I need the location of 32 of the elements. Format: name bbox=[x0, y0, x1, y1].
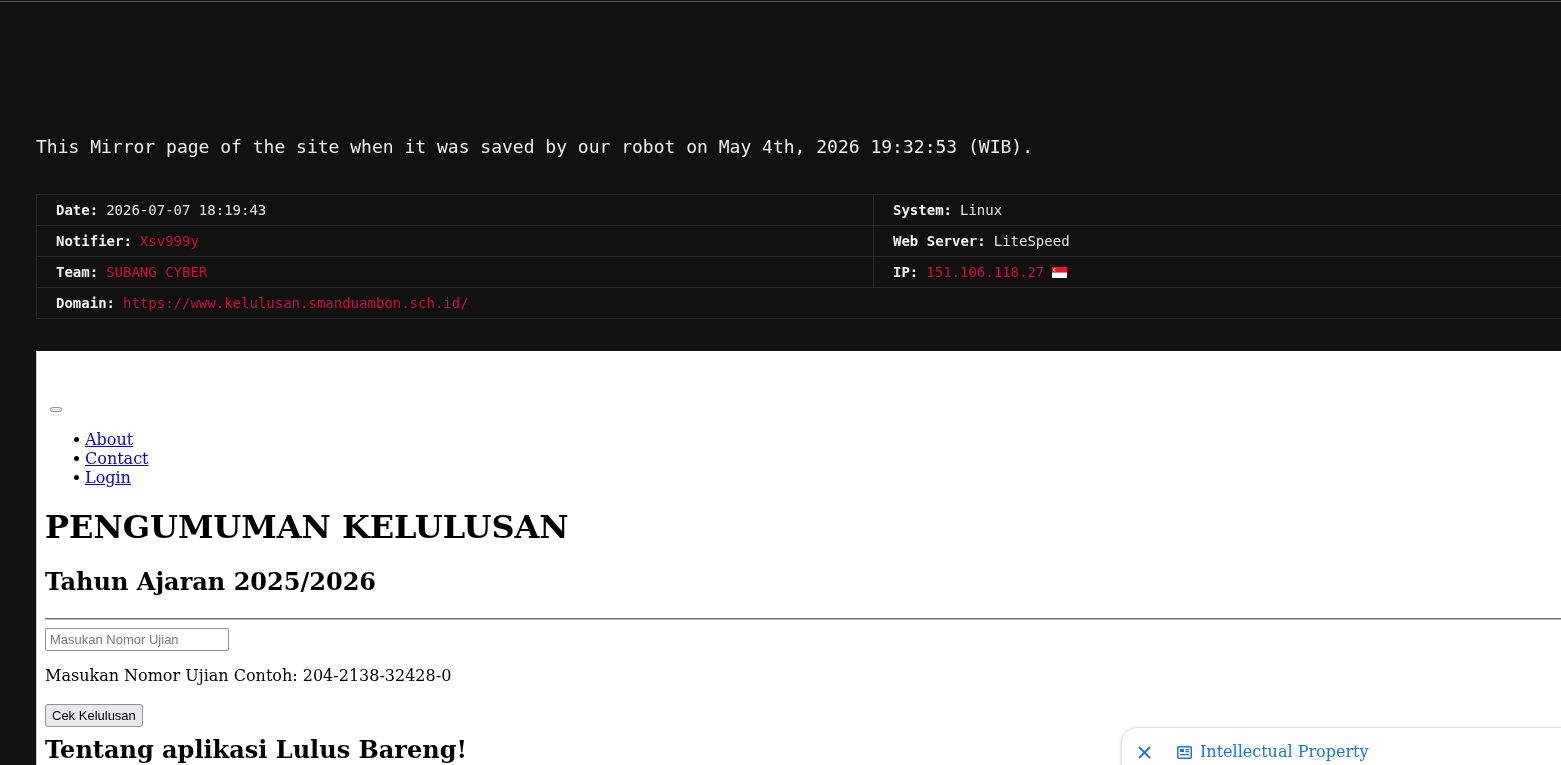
section-heading: Tentang aplikasi Lulus Bareng! bbox=[45, 737, 468, 763]
page-subtitle: Tahun Ajaran 2025/2026 bbox=[45, 568, 377, 596]
article-icon bbox=[1177, 745, 1192, 759]
info-label: IP: bbox=[893, 262, 919, 282]
mirror-notice: This Mirror page of the site when it was saved by our robot on May 4th, 2026 19:32:53 (WIB). bbox=[36, 135, 1033, 159]
info-link[interactable]: https://www.kelulusan.smanduambon.sch.id/ bbox=[123, 292, 469, 314]
hint-text: Masukan Nomor Ujian Contoh: 204-2138-32428-0 bbox=[45, 666, 452, 685]
info-link[interactable]: SUBANG CYBER bbox=[106, 261, 208, 283]
info-label: Date: bbox=[56, 200, 99, 220]
check-button[interactable]: Cek Kelulusan bbox=[45, 704, 143, 727]
info-link[interactable]: Xsv999y bbox=[139, 230, 199, 252]
close-button[interactable] bbox=[1138, 745, 1151, 759]
menu-toggle-button[interactable] bbox=[50, 407, 62, 412]
bullet-icon bbox=[74, 456, 79, 461]
info-label: Domain: bbox=[56, 293, 115, 313]
bullet-icon bbox=[74, 437, 79, 442]
info-value: Linux bbox=[960, 200, 1003, 220]
info-link[interactable]: 151.106.118.27 bbox=[926, 261, 1045, 283]
close-icon bbox=[1138, 745, 1151, 759]
nav-link[interactable]: Login bbox=[85, 468, 131, 487]
page-title: PENGUMUMAN KELULUSAN bbox=[45, 508, 569, 546]
exam-number-field[interactable]: Masukan Nomor Ujian bbox=[45, 628, 229, 651]
info-value: 2026-07-07 18:19:43 bbox=[106, 200, 267, 220]
popup-link[interactable]: Intellectual Property bbox=[1200, 742, 1369, 762]
bullet-icon bbox=[74, 475, 79, 480]
info-label: Notifier: bbox=[56, 231, 132, 251]
nav-link[interactable]: About bbox=[85, 430, 134, 449]
info-label: System: bbox=[893, 200, 952, 220]
info-label: Team: bbox=[56, 262, 99, 282]
info-value: LiteSpeed bbox=[993, 231, 1070, 251]
nav-link[interactable]: Contact bbox=[85, 449, 149, 468]
info-label: Web Server: bbox=[893, 231, 986, 251]
